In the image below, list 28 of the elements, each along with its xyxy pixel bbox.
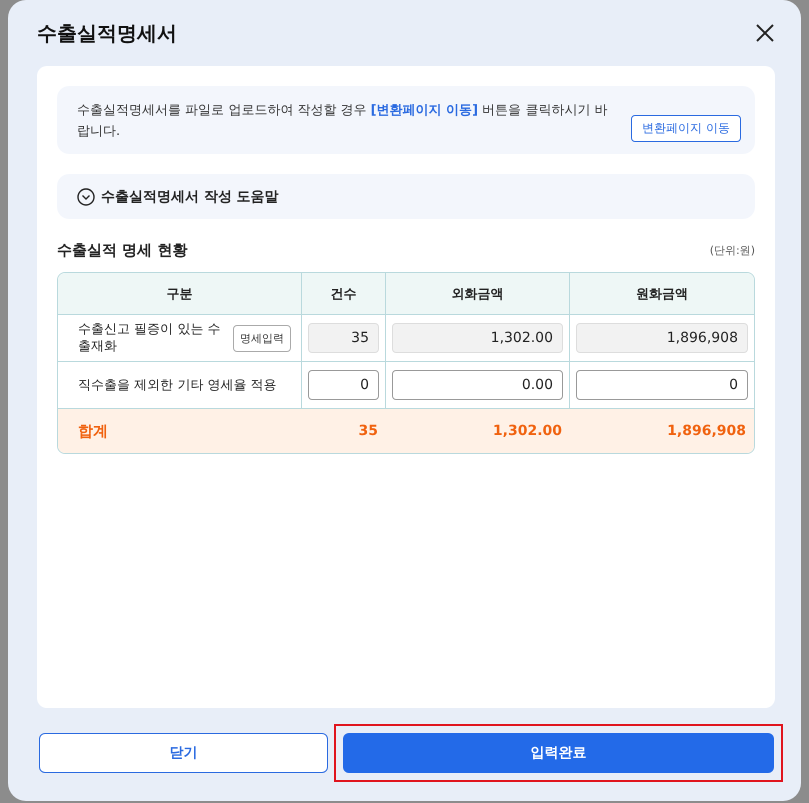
chevron-circle-icon	[77, 188, 95, 206]
close-button[interactable]: 닫기	[39, 733, 328, 773]
close-icon[interactable]	[755, 23, 775, 43]
total-value: 35	[358, 423, 378, 439]
column-header: 건수	[302, 273, 386, 314]
complete-button[interactable]: 입력완료	[343, 733, 774, 773]
input-field[interactable]: 1,302.00	[392, 323, 563, 353]
section-title: 수출실적 명세 현황	[57, 241, 188, 260]
detail-input-button[interactable]: 명세입력	[233, 324, 291, 352]
convert-page-button[interactable]: 변환페이지 이동	[631, 115, 741, 142]
column-header: 원화금액	[635, 286, 689, 304]
input-field[interactable]: 0	[308, 370, 379, 400]
input-field[interactable]: 0	[576, 370, 748, 400]
notice-text: 수출실적명세서를 파일로 업로드하여 작성할 경우 [변환페이지 이동] 버튼을 클릭하시기 바랍니다.	[77, 102, 608, 141]
dialog-title: 수출실적명세서	[37, 20, 177, 46]
input-field[interactable]: 1,896,908	[576, 323, 748, 353]
input-field[interactable]: 0.00	[392, 370, 563, 400]
total-value: 1,896,908	[667, 423, 746, 439]
help-label: 수출실적명세서 작성 도움말	[101, 188, 279, 206]
column-header: 구분	[58, 273, 302, 314]
column-header: 외화금액	[386, 273, 570, 314]
total-value: 1,302.00	[492, 423, 562, 439]
help-panel[interactable]: 수출실적명세서 작성 도움말	[57, 174, 755, 219]
total-label: 합계	[78, 422, 108, 440]
row-label: 수출신고 필증이 있는 수출재화	[78, 321, 222, 355]
unit-label: (단위:원)	[710, 243, 755, 258]
row-label: 직수출을 제외한 기타 영세율 적용	[78, 376, 277, 394]
input-field[interactable]: 35	[308, 323, 379, 353]
